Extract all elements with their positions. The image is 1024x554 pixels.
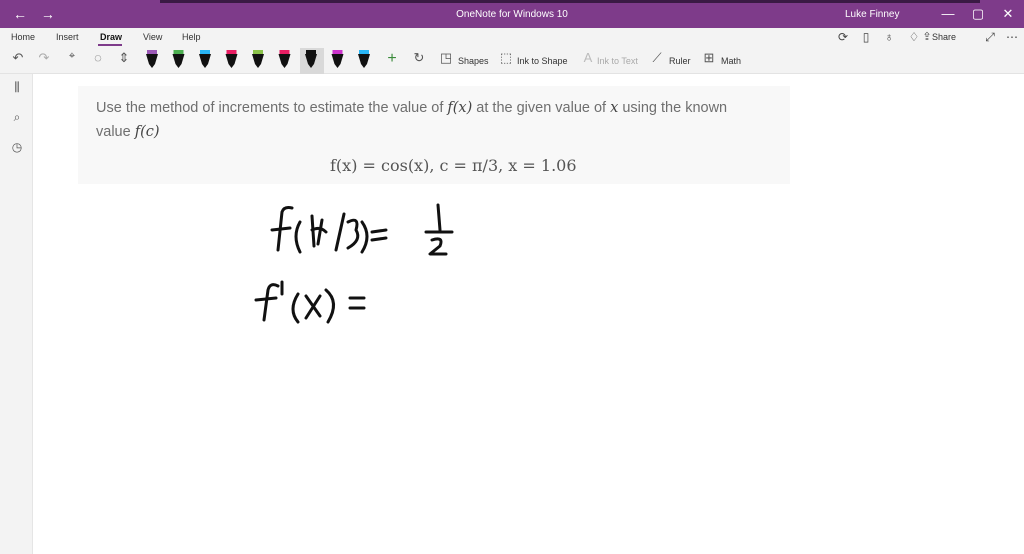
ink-f-pi-over-3 (270, 206, 388, 254)
ink-f-prime-x (254, 280, 366, 324)
handwritten-ink (254, 203, 454, 324)
ink-one-half (424, 203, 454, 256)
